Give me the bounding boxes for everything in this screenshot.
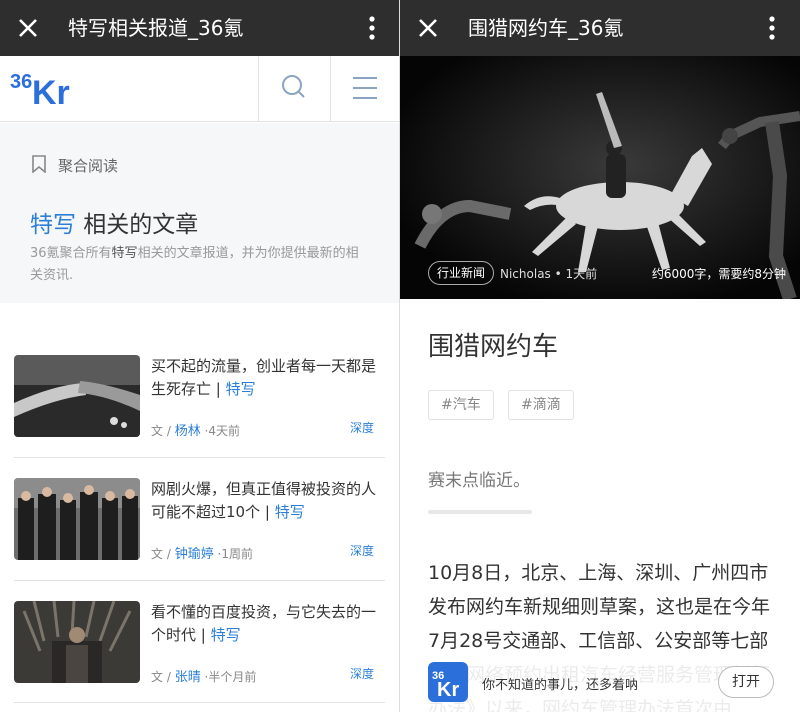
banner-text: 你不知道的事儿，还多着呐 [482, 678, 639, 693]
depth-badge: 深度 [350, 421, 375, 435]
article-hero-image: 行业新闻 Nicholas • 1天前 约6000字，需要约8分钟 [400, 56, 800, 299]
article-thumbnail[interactable] [14, 601, 140, 683]
svg-text:36: 36 [10, 71, 32, 93]
hamburger-menu-icon [353, 77, 377, 99]
36kr-logo[interactable]: 36 Kr [10, 64, 86, 110]
menu-button[interactable] [331, 56, 400, 121]
more-options-icon[interactable] [764, 15, 780, 41]
app-download-banner: 36 Kr 你不知道的事儿，还多着呐 打开 [400, 650, 800, 712]
site-header: 36 Kr [0, 56, 400, 122]
depth-badge: 深度 [350, 667, 375, 681]
topic-title: 特写 相关的文章 [30, 212, 199, 238]
aggregate-reading-label: 聚合阅读 [58, 157, 119, 175]
article-title: 围猎网约车 [428, 332, 559, 362]
search-button[interactable] [259, 56, 330, 121]
svg-text:Kr: Kr [32, 74, 70, 110]
article-item[interactable]: 看不懂的百度投资，与它失去的一个时代 | 特写 文 / 张晴 ·半个月前 深度 [14, 601, 385, 701]
tag-chip-car[interactable]: #汽车 [428, 390, 494, 420]
right-webview: 围猎网约车_36氪 行业新闻 Nicholas • 1天前 约6000字，需要约… [400, 0, 800, 712]
author-time: Nicholas • 1天前 [500, 267, 598, 281]
topic-keyword[interactable]: 特写 [30, 212, 76, 238]
left-top-bar: 特写相关报道_36氪 [0, 0, 400, 56]
article-thumbnail[interactable] [14, 355, 140, 437]
open-app-button[interactable]: 打开 [718, 666, 774, 698]
depth-badge: 深度 [350, 544, 375, 558]
bookmark-icon [32, 155, 46, 173]
author-link[interactable]: 杨林 [175, 424, 201, 439]
author-link[interactable]: 张晴 [175, 670, 201, 685]
more-options-icon[interactable] [364, 15, 380, 41]
category-tag[interactable]: 行业新闻 [428, 261, 495, 285]
left-webview: 特写相关报道_36氪 36 Kr 聚合阅读 特写 相关的文章 36氪聚合所有特写… [0, 0, 400, 712]
search-icon [282, 75, 305, 98]
article-meta: 文 / 杨林 ·4天前 [151, 424, 240, 439]
article-title[interactable]: 网剧火爆，但真正值得被投资的人可能不超过10个 | 特写 [151, 478, 387, 524]
article-title[interactable]: 看不懂的百度投资，与它失去的一个时代 | 特写 [151, 601, 387, 647]
app-logo-icon: 36 Kr [428, 662, 468, 702]
article-meta: 文 / 钟瑜婷 ·1周前 [151, 547, 253, 562]
window-title: 特写相关报道_36氪 [68, 16, 244, 40]
article-title[interactable]: 买不起的流量，创业者每一天都是生死存亡 | 特写 [151, 355, 387, 401]
svg-text:Kr: Kr [437, 679, 459, 701]
article-item[interactable]: 网剧火爆，但真正值得被投资的人可能不超过10个 | 特写 文 / 钟瑜婷 ·1周… [14, 478, 385, 578]
article-item[interactable]: 买不起的流量，创业者每一天都是生死存亡 | 特写 文 / 杨林 ·4天前 深度 [14, 355, 385, 455]
article-meta: 文 / 张晴 ·半个月前 [151, 670, 257, 685]
topic-intro: 聚合阅读 特写 相关的文章 36氪聚合所有特写相关的文章报道，并为你提供最新的相… [0, 123, 400, 303]
window-title: 围猎网约车_36氪 [468, 16, 624, 40]
article-summary: 赛末点临近。 [428, 471, 530, 491]
reading-estimate: 约6000字，需要约8分钟 [651, 267, 786, 281]
close-icon[interactable] [414, 14, 442, 42]
topic-description: 36氪聚合所有特写相关的文章报道，并为你提供最新的相关资讯. [30, 246, 359, 283]
close-icon[interactable] [14, 14, 42, 42]
tag-chip-didi[interactable]: #滴滴 [508, 390, 574, 420]
author-link[interactable]: 钟瑜婷 [175, 547, 214, 562]
right-top-bar: 围猎网约车_36氪 [400, 0, 800, 56]
article-thumbnail[interactable] [14, 478, 140, 560]
summary-divider [428, 510, 532, 514]
